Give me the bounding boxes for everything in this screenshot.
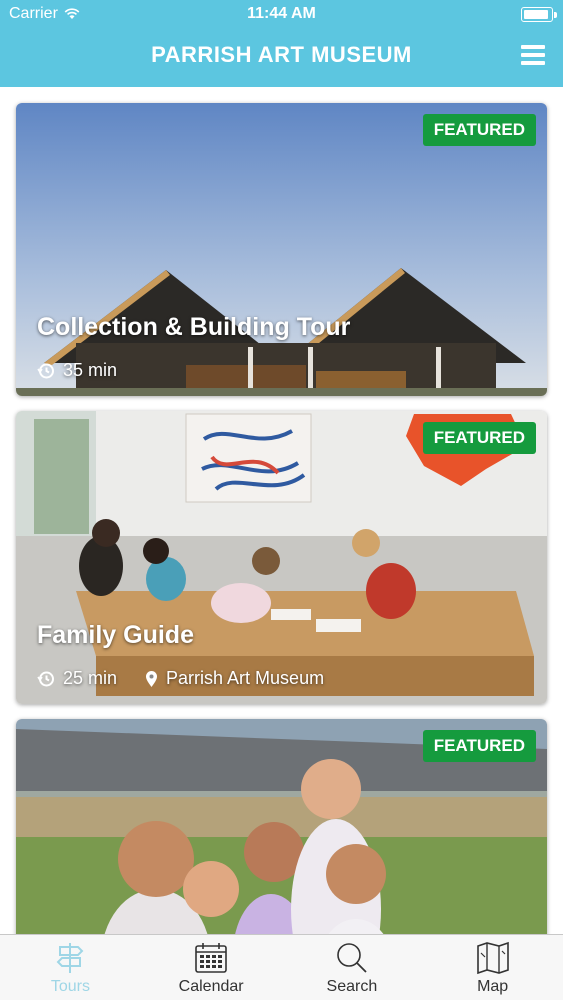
tour-photo-building: [16, 103, 547, 396]
tab-tours[interactable]: Tours: [0, 935, 141, 1000]
tab-map[interactable]: Map: [422, 935, 563, 1000]
tab-search[interactable]: Search: [282, 935, 423, 1000]
tour-title: Collection & Building Tour: [37, 313, 351, 341]
tab-label: Search: [326, 978, 378, 995]
featured-badge: FEATURED: [422, 730, 536, 762]
tour-duration: 35 min: [63, 360, 118, 380]
tour-list[interactable]: FEATURED Collection & Building Tour 35 m…: [0, 87, 563, 934]
tab-calendar[interactable]: Calendar: [141, 935, 282, 1000]
tour-location: Parrish Art Museum: [166, 668, 325, 688]
search-icon: [337, 943, 367, 973]
tour-card-third[interactable]: FEATURED: [16, 719, 547, 934]
tour-meta: 25 min Parrish Art Museum: [37, 668, 324, 689]
clock-history-icon: [37, 671, 54, 686]
hamburger-menu-icon[interactable]: [521, 45, 545, 65]
tab-label: Map: [477, 978, 509, 995]
featured-badge: FEATURED: [422, 114, 536, 146]
tab-label: Calendar: [178, 978, 244, 995]
battery-icon: [521, 7, 557, 22]
tour-photo-family: [16, 411, 547, 704]
tab-bar: Tours Calendar Search Map: [0, 934, 563, 1000]
tour-title: Family Guide: [37, 621, 194, 649]
clock-history-icon: [37, 363, 54, 378]
featured-badge: FEATURED: [422, 422, 536, 454]
status-time: 11:44 AM: [247, 5, 316, 22]
map-icon: [476, 941, 509, 975]
status-bar: Carrier 11:44 AM: [0, 0, 563, 30]
tour-duration: 25 min: [63, 668, 118, 688]
tab-label: Tours: [50, 978, 90, 995]
app-header: Carrier 11:44 AM PARRISH ART MUSEUM: [0, 0, 563, 87]
page-title: PARRISH ART MUSEUM: [151, 42, 412, 67]
calendar-icon: [195, 943, 227, 973]
location-pin-icon: [146, 670, 158, 687]
tour-card-collection[interactable]: FEATURED Collection & Building Tour 35 m…: [16, 103, 547, 396]
tour-card-family[interactable]: FEATURED Family Guide 25 min Parrish Art…: [16, 411, 547, 704]
signpost-icon: [56, 943, 84, 973]
tour-meta: 35 min: [37, 360, 117, 381]
